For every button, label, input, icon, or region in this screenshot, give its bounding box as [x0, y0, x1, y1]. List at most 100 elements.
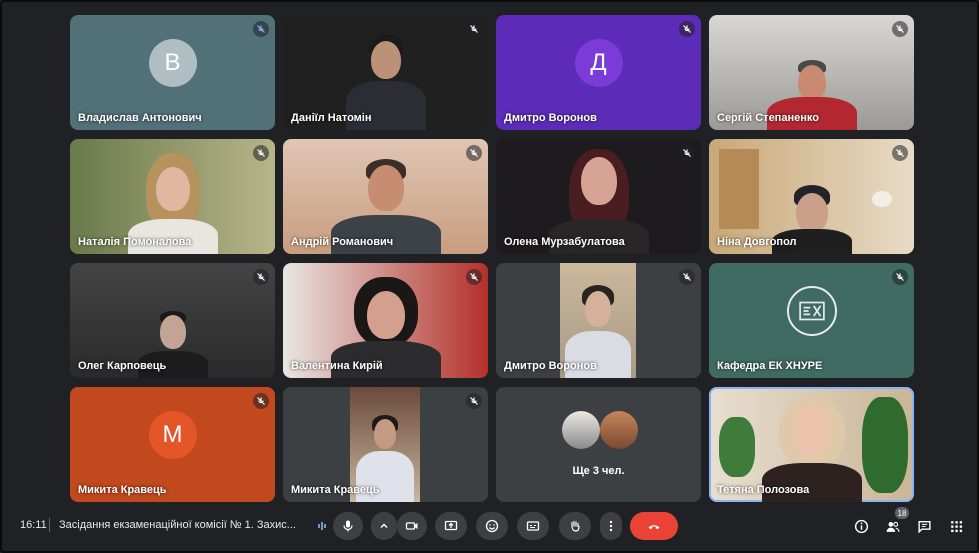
chat-button[interactable] — [914, 516, 934, 536]
participant-tile[interactable]: Андрій Романович — [283, 139, 488, 254]
participant-tile[interactable]: Микита Кравець — [283, 387, 488, 502]
mic-off-icon — [253, 393, 269, 409]
plant — [862, 397, 908, 493]
present-icon — [444, 520, 458, 531]
participant-name: Даніїл Натомін — [291, 112, 372, 124]
avatar: М — [148, 411, 197, 460]
mic-off-icon — [466, 393, 482, 409]
participant-count-badge: 18 — [895, 507, 909, 519]
reactions-button[interactable] — [476, 512, 508, 540]
mic-off-icon — [679, 269, 695, 285]
bookshelf — [719, 149, 759, 229]
meet-window: В Владислав Антонович Даніїл Натомін Д Д… — [0, 0, 979, 553]
participant-name: Сергій Степаненко — [717, 112, 819, 124]
participant-name: Тетяна Полозова — [717, 484, 810, 496]
avatar — [600, 411, 638, 449]
participant-tile[interactable]: Д Дмитро Воронов — [496, 15, 701, 130]
avatar — [562, 411, 600, 449]
mic-off-icon — [892, 269, 908, 285]
mic-off-icon — [253, 21, 269, 37]
participant-name: Олена Мурзабулатова — [504, 236, 625, 248]
more-vert-icon — [609, 520, 613, 532]
person-face — [159, 315, 186, 349]
participant-name: Кафедра ЕК ХНУРЕ — [717, 360, 823, 372]
person-face — [366, 291, 405, 339]
participant-name: Андрій Романович — [291, 236, 394, 248]
mic-off-icon — [679, 145, 695, 161]
participant-name: Валентина Кирій — [291, 360, 383, 372]
person-face — [585, 291, 611, 327]
participant-name: Наталія Помоналова — [78, 236, 192, 248]
hang-up-icon — [648, 525, 660, 530]
mic-off-icon — [892, 145, 908, 161]
avatar: В — [148, 39, 197, 88]
chevron-up-icon — [380, 523, 388, 528]
mic-off-icon — [679, 21, 695, 37]
mic-off-icon — [253, 145, 269, 161]
person-face — [795, 193, 828, 233]
emoji-icon — [485, 519, 499, 533]
captions-icon — [526, 521, 540, 531]
bottom-toolbar: 16:11 Засідання екзаменаційної комісії №… — [2, 501, 979, 551]
participant-name: Дмитро Воронов — [504, 360, 597, 372]
participant-tile[interactable]: Олег Карповець — [70, 263, 275, 378]
participant-tile-active-speaker[interactable]: Тетяна Полозова — [709, 387, 914, 502]
person-body — [761, 463, 862, 502]
meeting-title: Засідання екзаменаційної комісії № 1. За… — [59, 519, 295, 531]
participant-tile[interactable]: Ніна Довгопол — [709, 139, 914, 254]
person-face — [155, 167, 190, 211]
others-tile[interactable]: Ще 3 чел. — [496, 387, 701, 502]
present-screen-button[interactable] — [435, 512, 467, 540]
participant-tile[interactable]: М Микита Кравець — [70, 387, 275, 502]
participant-tile[interactable]: Наталія Помоналова — [70, 139, 275, 254]
info-icon — [854, 519, 868, 533]
participant-name: Микита Кравець — [78, 484, 167, 496]
participant-name: Олег Карповець — [78, 360, 167, 372]
person-face — [797, 65, 826, 101]
person-face — [374, 419, 396, 449]
audio-level-icon — [311, 512, 333, 540]
participant-name: Микита Кравець — [291, 484, 380, 496]
participant-grid: В Владислав Антонович Даніїл Натомін Д Д… — [70, 15, 915, 502]
activities-button[interactable] — [946, 516, 966, 536]
mic-off-icon — [892, 21, 908, 37]
person-face — [580, 157, 617, 205]
person-face — [370, 41, 401, 79]
participant-tile[interactable]: Даніїл Натомін — [283, 15, 488, 130]
participant-tile[interactable]: Кафедра ЕК ХНУРЕ — [709, 263, 914, 378]
hand-icon — [571, 520, 580, 532]
plant — [719, 417, 755, 477]
apps-grid-icon — [950, 520, 962, 532]
mic-icon — [343, 520, 353, 532]
participant-name: Владислав Антонович — [78, 112, 202, 124]
camera-button[interactable] — [397, 512, 427, 540]
clock: 16:11 — [20, 519, 47, 531]
people-icon — [886, 521, 899, 532]
participant-tile[interactable]: Сергій Степаненко — [709, 15, 914, 130]
microphone-button[interactable] — [333, 512, 363, 540]
participant-name: Дмитро Воронов — [504, 112, 597, 124]
participant-tile[interactable]: Валентина Кирій — [283, 263, 488, 378]
person-body — [330, 215, 441, 254]
mic-off-icon — [466, 21, 482, 37]
participant-tile[interactable]: В Владислав Антонович — [70, 15, 275, 130]
avatar: Д — [574, 39, 623, 88]
person-face — [367, 165, 404, 211]
participant-tile[interactable]: Олена Мурзабулатова — [496, 139, 701, 254]
captions-button[interactable] — [517, 512, 549, 540]
participant-tile[interactable]: Дмитро Воронов — [496, 263, 701, 378]
divider — [49, 518, 50, 532]
camera-options-button[interactable] — [371, 512, 397, 540]
others-count: Ще 3 чел. — [572, 465, 625, 477]
more-options-button[interactable] — [600, 512, 622, 540]
leave-call-button[interactable] — [630, 512, 678, 540]
chat-icon — [917, 520, 931, 534]
mic-off-icon — [253, 269, 269, 285]
person-face — [792, 407, 831, 455]
mic-off-icon — [466, 145, 482, 161]
department-logo — [786, 286, 837, 337]
raise-hand-button[interactable] — [559, 512, 591, 540]
meeting-details-button[interactable] — [851, 516, 871, 536]
people-button[interactable] — [882, 516, 902, 536]
camera-icon — [405, 522, 418, 530]
